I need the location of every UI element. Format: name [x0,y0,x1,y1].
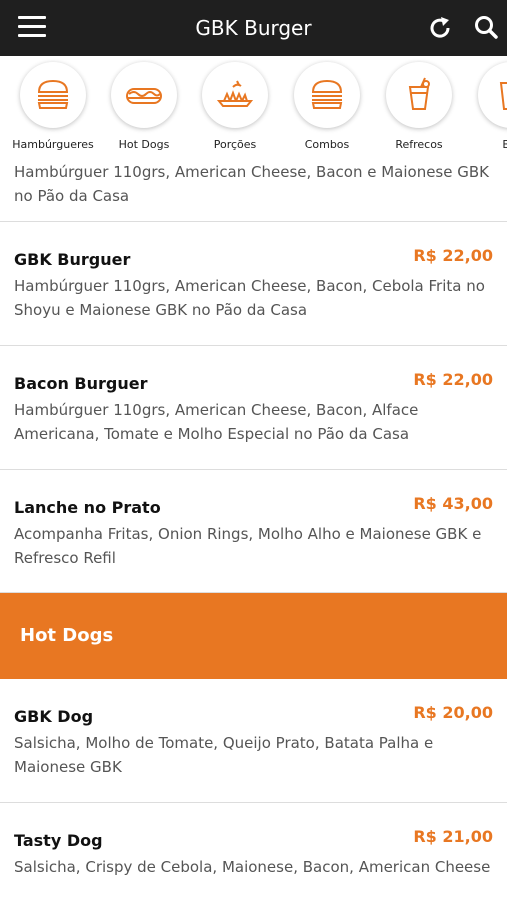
app-header: GBK Burger [0,0,507,56]
category-circle [294,62,360,128]
item-description: Hambúrguer 110grs, American Cheese, Baco… [14,163,489,205]
category-circle [478,62,507,128]
category-partial[interactable]: Bel [466,58,507,154]
category-circle [386,62,452,128]
item-price: R$ 21,00 [413,827,493,846]
category-label: Bel [502,138,507,151]
item-description: Acompanha Fritas, Onion Rings, Molho Alh… [14,525,482,567]
category-label: Porções [213,138,257,151]
refresh-icon[interactable] [426,14,454,42]
category-hot-dogs[interactable]: Hot Dogs [99,58,189,154]
menu-item[interactable]: Hambúrguer 110grs, American Cheese, Baco… [0,156,507,222]
item-name: GBK Burguer [14,250,131,269]
category-combos[interactable]: Combos [282,58,372,154]
item-name: Lanche no Prato [14,498,161,517]
category-carousel[interactable]: Hambúrgueres Hot Dogs Porções Combos Ref… [0,56,507,156]
item-description: Salsicha, Molho de Tomate, Queijo Prato,… [14,734,434,776]
item-price: R$ 22,00 [413,370,493,389]
portion-plate-icon [216,80,254,107]
item-name: Bacon Burguer [14,374,148,393]
category-circle [202,62,268,128]
category-porcoes[interactable]: Porções [190,58,280,154]
item-price: R$ 43,00 [413,494,493,513]
menu-item[interactable]: Bacon Burguer R$ 22,00 Hambúrguer 110grs… [0,346,507,470]
item-description: Salsicha, Crispy de Cebola, Maionese, Ba… [14,858,491,876]
section-title: Hot Dogs [20,625,114,646]
menu-item[interactable]: Lanche no Prato R$ 43,00 Acompanha Frita… [0,470,507,593]
search-icon[interactable] [472,14,500,42]
cup-icon [499,82,507,110]
section-header-hot-dogs: Hot Dogs [0,593,507,679]
item-name: GBK Dog [14,707,94,726]
item-name: Tasty Dog [14,831,103,850]
category-label: Hot Dogs [118,138,170,151]
item-description: Hambúrguer 110grs, American Cheese, Baco… [14,277,485,319]
item-price: R$ 20,00 [413,703,493,722]
category-label: Combos [304,138,350,151]
menu-item[interactable]: Tasty Dog R$ 21,00 Salsicha, Crispy de C… [0,803,507,900]
item-description: Hambúrguer 110grs, American Cheese, Baco… [14,401,419,443]
menu-item[interactable]: GBK Dog R$ 20,00 Salsicha, Molho de Toma… [0,679,507,803]
category-refrecos[interactable]: Refrecos [374,58,464,154]
hotdog-icon [126,88,162,104]
category-hamburgueres[interactable]: Hambúrgueres [8,58,98,154]
item-price: R$ 22,00 [413,246,493,265]
category-label: Hambúrgueres [12,138,94,151]
drink-icon [408,77,430,110]
category-label: Refrecos [395,138,443,151]
menu-item[interactable]: GBK Burguer R$ 22,00 Hambúrguer 110grs, … [0,222,507,346]
menu-list[interactable]: Hambúrguer 110grs, American Cheese, Baco… [0,156,507,900]
category-circle [20,62,86,128]
category-circle [111,62,177,128]
burger-icon [311,79,343,109]
burger-icon [37,79,69,109]
